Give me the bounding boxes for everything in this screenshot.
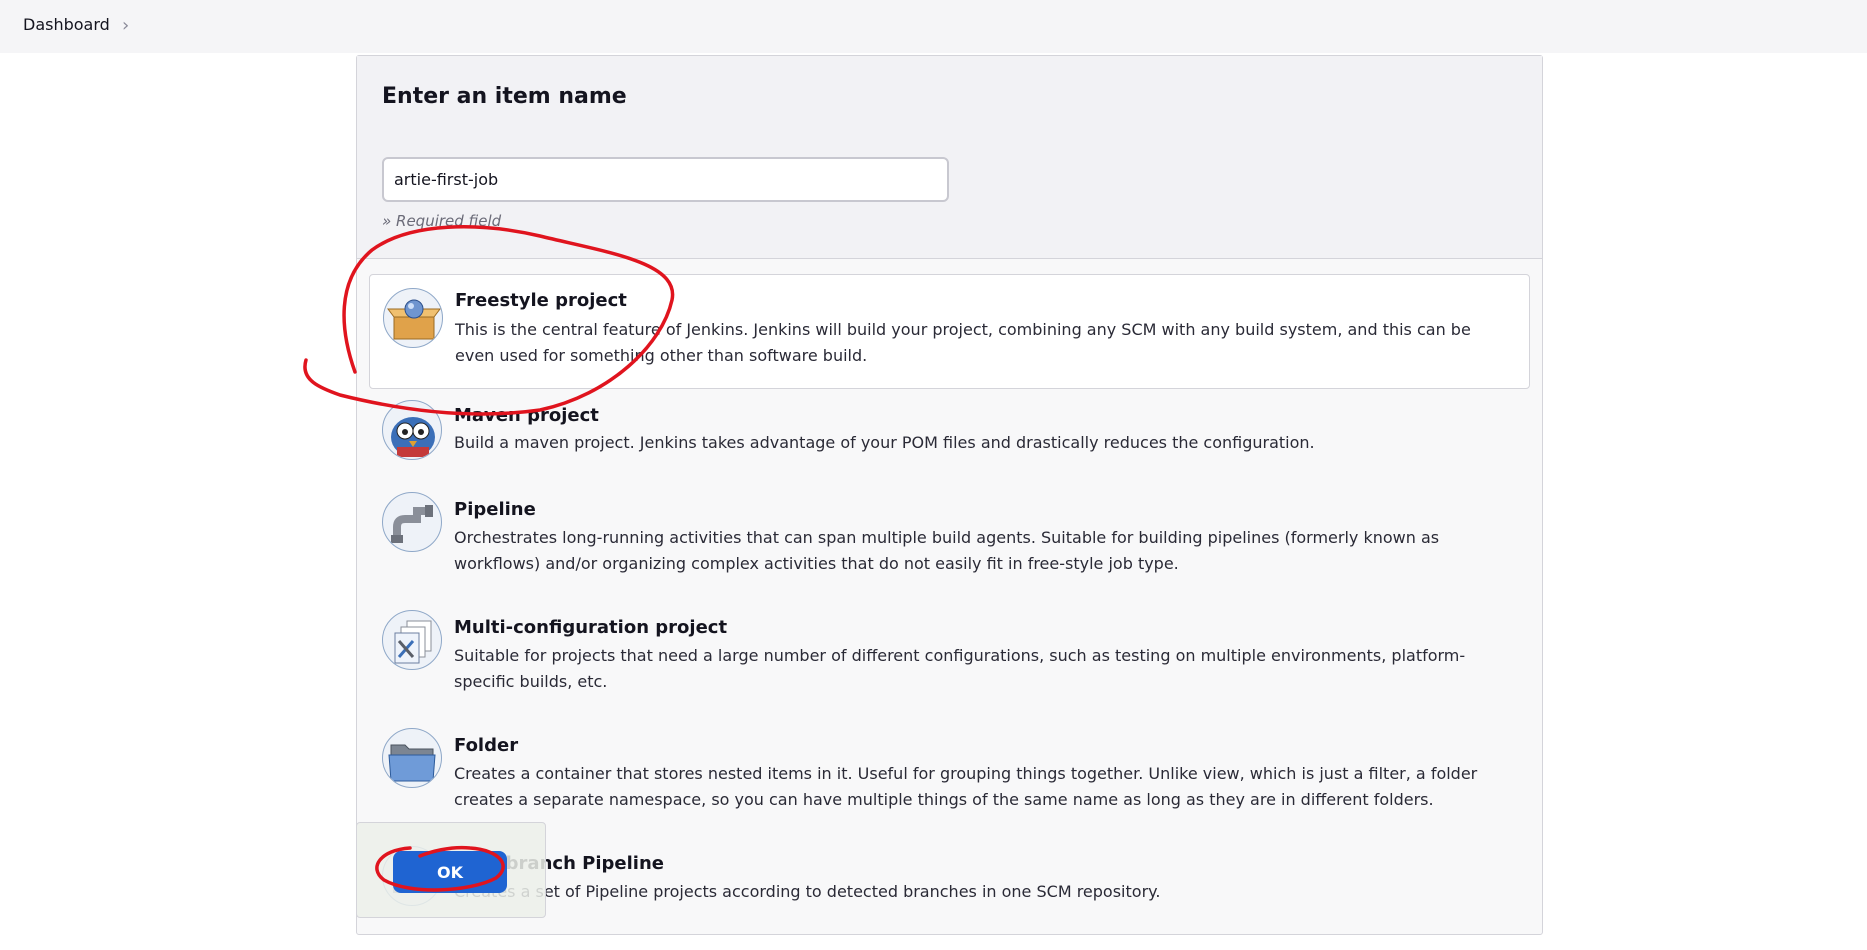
item-description: Build a maven project. Jenkins takes adv… bbox=[454, 433, 1315, 452]
item-description: Suitable for projects that need a large … bbox=[454, 646, 1466, 691]
breadcrumb-bar: Dashboard › bbox=[0, 0, 1867, 53]
item-type-maven-project[interactable]: Maven project Build a maven project. Jen… bbox=[369, 394, 1530, 480]
folder-icon bbox=[382, 728, 442, 788]
freestyle-project-icon bbox=[383, 288, 443, 348]
chevron-right-icon[interactable]: › bbox=[122, 15, 129, 36]
required-field-note: » Required field bbox=[382, 212, 502, 230]
new-item-panel: Enter an item name » Required field Free… bbox=[356, 55, 1543, 935]
item-name-label: Maven project bbox=[454, 405, 599, 426]
item-description: Creates a set of Pipeline projects accor… bbox=[454, 882, 1161, 901]
page-title: Enter an item name bbox=[382, 84, 627, 109]
item-name-label: Multi-configuration project bbox=[454, 617, 728, 638]
item-description: Orchestrates long-running activities tha… bbox=[454, 528, 1440, 573]
item-type-freestyle-project[interactable]: Freestyle project This is the central fe… bbox=[369, 274, 1530, 389]
item-description: This is the central feature of Jenkins. … bbox=[455, 320, 1471, 365]
item-type-multi-configuration-project[interactable]: Multi-configuration project Suitable for… bbox=[369, 604, 1530, 714]
ok-button[interactable]: OK bbox=[393, 851, 507, 893]
item-name-input[interactable] bbox=[382, 157, 949, 202]
item-type-folder[interactable]: Folder Creates a container that stores n… bbox=[369, 722, 1530, 832]
item-name-section: Enter an item name » Required field bbox=[357, 56, 1542, 259]
ok-button-container: OK bbox=[356, 822, 546, 918]
item-name-label: Pipeline bbox=[454, 499, 536, 520]
breadcrumb-dashboard[interactable]: Dashboard bbox=[23, 15, 110, 34]
pipeline-icon bbox=[382, 492, 442, 552]
maven-project-icon bbox=[382, 400, 442, 460]
item-type-pipeline[interactable]: Pipeline Orchestrates long-running activ… bbox=[369, 486, 1530, 596]
item-name-label: Folder bbox=[454, 735, 519, 756]
multi-configuration-icon bbox=[382, 610, 442, 670]
item-description: Creates a container that stores nested i… bbox=[454, 764, 1478, 809]
item-name-label: Freestyle project bbox=[455, 290, 627, 311]
